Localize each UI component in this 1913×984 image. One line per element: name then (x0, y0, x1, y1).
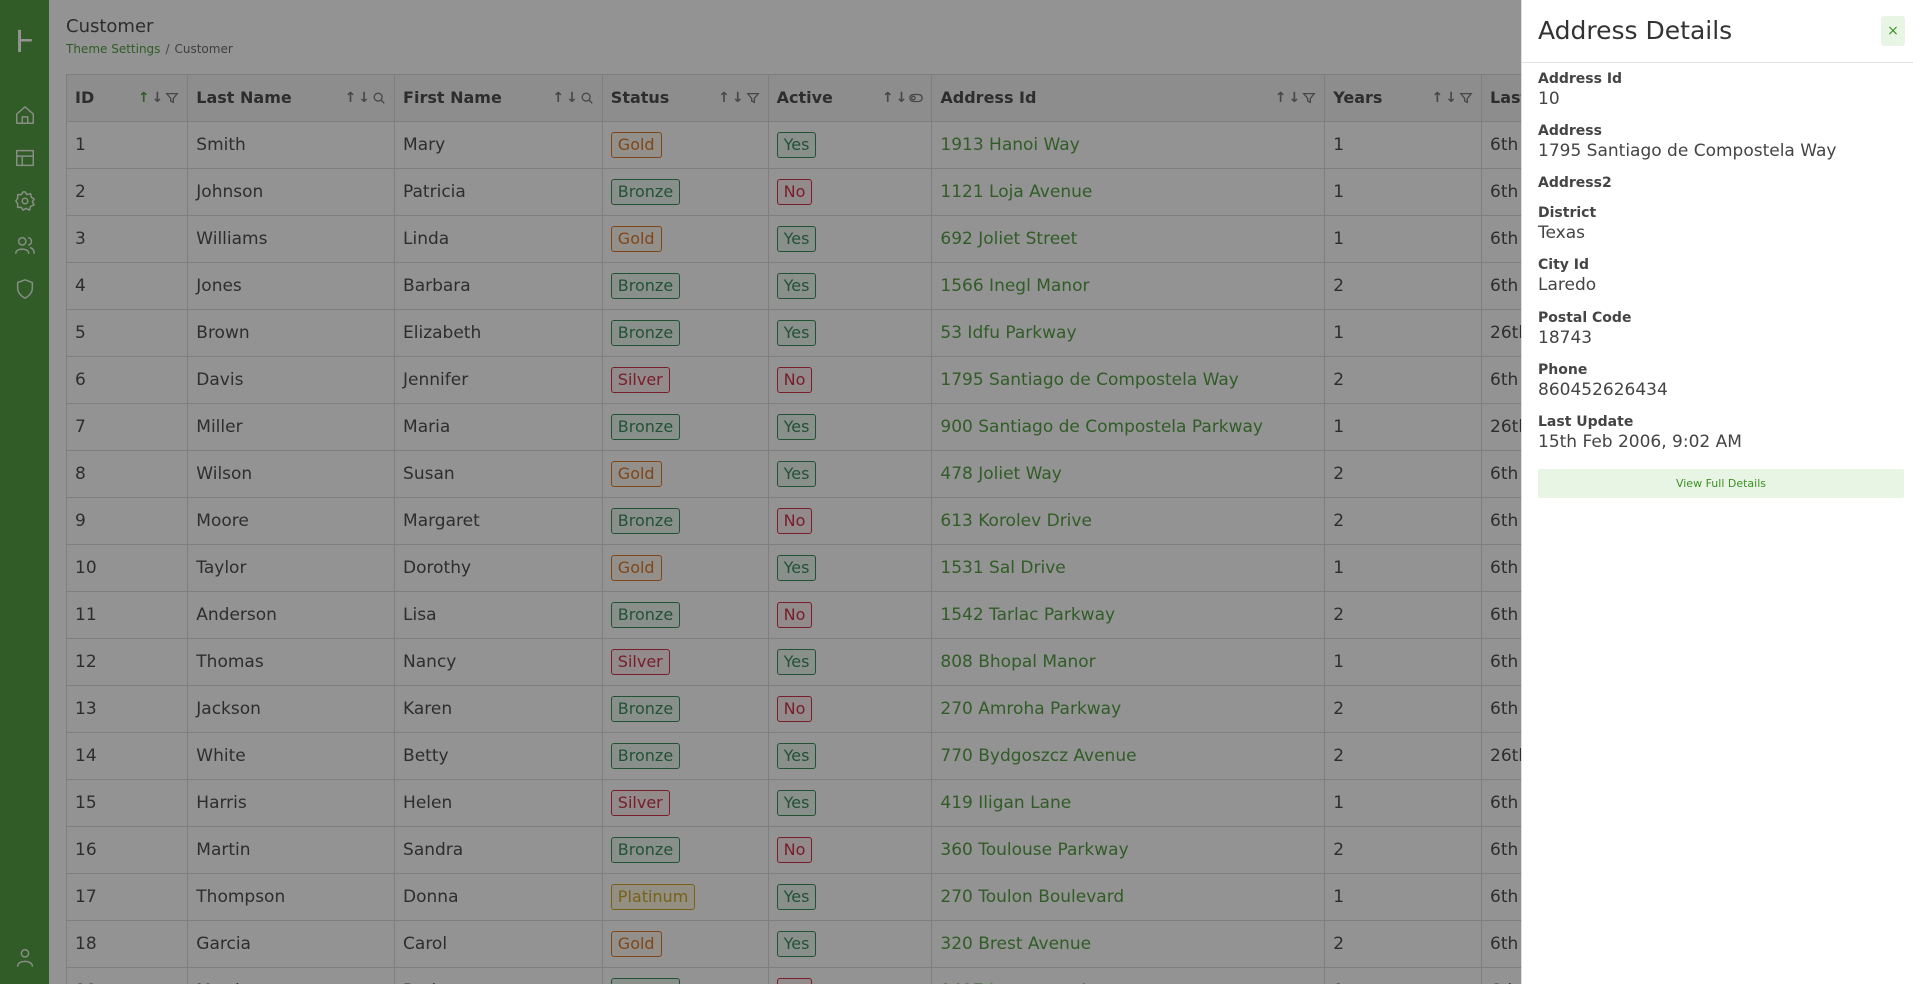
field-label: Address2 (1538, 175, 1612, 191)
field-value: Texas (1538, 223, 1585, 243)
field-value: Laredo (1538, 275, 1597, 295)
field-postal-code: Postal Code 18743 (1538, 309, 1631, 349)
field-address-id: Address Id 10 (1538, 70, 1622, 110)
address-details-drawer: Address Details × Address Id 10 Address … (1521, 0, 1913, 984)
field-address: Address 1795 Santiago de Compostela Way (1538, 122, 1836, 162)
view-full-details-button[interactable]: View Full Details (1538, 469, 1904, 498)
field-value: 15th Feb 2006, 9:02 AM (1538, 432, 1742, 452)
field-value: 10 (1538, 89, 1560, 109)
drawer-title: Address Details (1538, 16, 1733, 45)
field-value: 860452626434 (1538, 380, 1668, 400)
field-value: 1795 Santiago de Compostela Way (1538, 141, 1837, 161)
field-label: Address Id (1538, 71, 1623, 87)
field-last-update: Last Update 15th Feb 2006, 9:02 AM (1538, 413, 1742, 453)
field-address2: Address2 (1538, 174, 1612, 192)
field-city-id: City Id Laredo (1538, 256, 1596, 296)
field-label: Postal Code (1538, 310, 1632, 326)
drawer-header: Address Details × (1522, 0, 1913, 63)
field-label: District (1538, 205, 1597, 221)
close-icon[interactable]: × (1881, 16, 1905, 46)
field-value: 18743 (1538, 328, 1593, 348)
field-label: City Id (1538, 257, 1589, 273)
field-label: Last Update (1538, 414, 1634, 430)
field-phone: Phone 860452626434 (1538, 361, 1668, 401)
field-district: District Texas (1538, 204, 1596, 244)
field-label: Phone (1538, 362, 1588, 378)
field-label: Address (1538, 123, 1602, 139)
